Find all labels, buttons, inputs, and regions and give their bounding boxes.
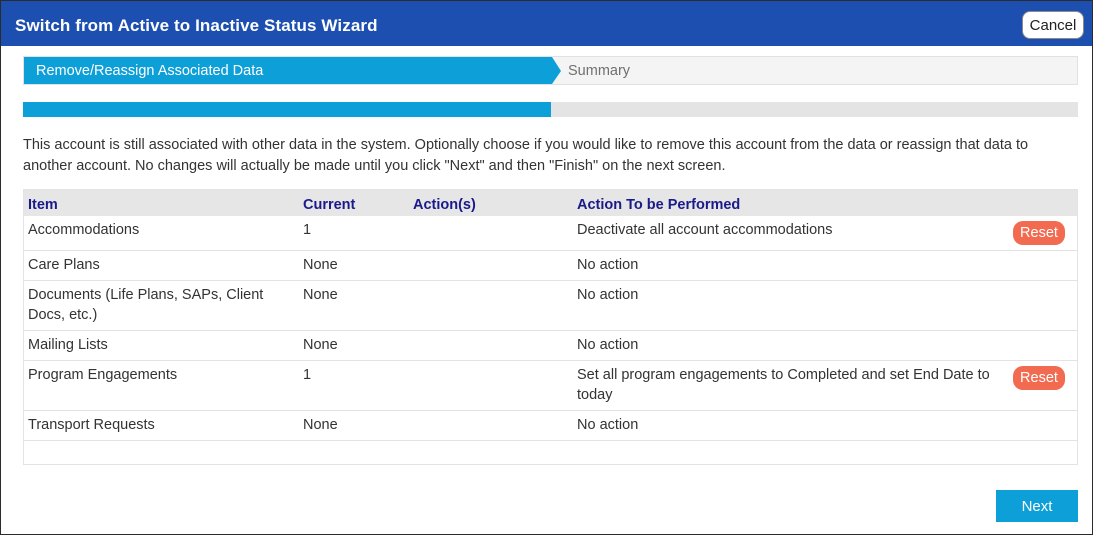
step-arrow (552, 57, 561, 84)
cell-item: Transport Requests (24, 410, 299, 441)
cell-current: None (299, 330, 409, 361)
header-item: Item (24, 190, 299, 216)
cell-perform: Deactivate all account accommodations (573, 216, 1009, 251)
wizard-dialog: Switch from Active to Inactive Status Wi… (0, 0, 1093, 535)
table-header-row: Item Current Action(s) Action To be Perf… (24, 190, 1077, 216)
cell-current: None (299, 410, 409, 441)
cell-item: Accommodations (24, 216, 299, 251)
reset-button[interactable]: Reset (1013, 366, 1065, 390)
cell-reset (1009, 410, 1077, 441)
table-row: Documents (Life Plans, SAPs, Client Docs… (24, 280, 1077, 331)
info-text: This account is still associated with ot… (23, 137, 1029, 174)
table-row: Accommodations 1 Deactivate all account … (24, 216, 1077, 251)
cell-item: Mailing Lists (24, 330, 299, 361)
cell-actions (409, 410, 573, 441)
table-row: Program Engagements 1 Set all program en… (24, 360, 1077, 411)
reset-button[interactable]: Reset (1013, 221, 1065, 245)
progress-fill (23, 102, 551, 117)
header-reset (1009, 190, 1077, 216)
step-remove-reassign: Remove/Reassign Associated Data (24, 57, 552, 84)
cell-perform: No action (573, 410, 1009, 441)
progress-bar (23, 102, 1078, 117)
cell-item: Program Engagements (24, 360, 299, 411)
cell-current: None (299, 280, 409, 331)
associated-data-table: Item Current Action(s) Action To be Perf… (23, 189, 1078, 465)
cell-current: 1 (299, 216, 409, 251)
wizard-steps: Remove/Reassign Associated Data Summary (23, 56, 1078, 85)
cell-actions (409, 280, 573, 331)
cell-actions (409, 330, 573, 361)
cell-reset (1009, 280, 1077, 331)
cell-perform: No action (573, 250, 1009, 281)
cell-perform: No action (573, 330, 1009, 361)
cell-current: None (299, 250, 409, 281)
cell-item: Documents (Life Plans, SAPs, Client Docs… (24, 280, 299, 331)
cell-reset (1009, 330, 1077, 361)
cell-current: 1 (299, 360, 409, 411)
header-current: Current (299, 190, 409, 216)
header-actions: Action(s) (409, 190, 573, 216)
cell-reset: Reset (1009, 216, 1077, 251)
header-action-to-perform: Action To be Performed (573, 190, 1009, 216)
cell-reset (1009, 250, 1077, 281)
table-row: Transport Requests None No action (24, 410, 1077, 441)
dialog-titlebar: Switch from Active to Inactive Status Wi… (1, 1, 1092, 46)
cell-actions (409, 250, 573, 281)
cell-item: Care Plans (24, 250, 299, 281)
cell-perform: No action (573, 280, 1009, 331)
dialog-title: Switch from Active to Inactive Status Wi… (15, 16, 378, 35)
step-summary: Summary (568, 63, 631, 79)
cancel-button[interactable]: Cancel (1022, 11, 1084, 39)
cell-perform: Set all program engagements to Completed… (573, 360, 1009, 411)
cell-actions (409, 216, 573, 251)
cell-actions (409, 360, 573, 411)
next-button[interactable]: Next (996, 490, 1078, 522)
table-row: Mailing Lists None No action (24, 330, 1077, 361)
cell-reset: Reset (1009, 360, 1077, 411)
table-row: Care Plans None No action (24, 250, 1077, 281)
